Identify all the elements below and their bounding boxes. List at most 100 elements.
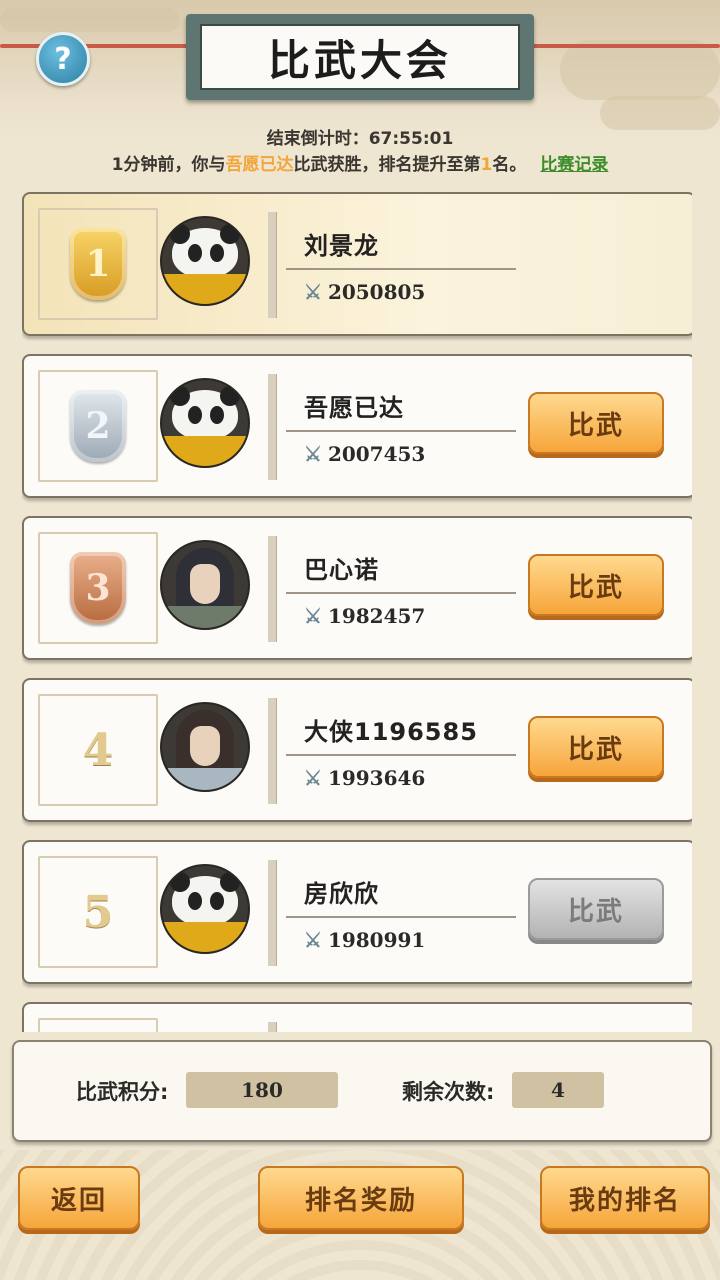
panda-ear bbox=[170, 224, 190, 244]
red-rope-right bbox=[530, 44, 720, 48]
remaining-value: 4 bbox=[512, 1072, 604, 1108]
challenge-button[interactable]: 比武 bbox=[528, 392, 664, 454]
challenge-button[interactable]: 比武 bbox=[528, 716, 664, 778]
player-name: 巴心诺 bbox=[304, 556, 379, 584]
match-record-link[interactable]: 比赛记录 bbox=[540, 155, 608, 175]
power-number: 1982457 bbox=[327, 604, 426, 628]
scarf bbox=[162, 436, 248, 466]
panda-eye bbox=[210, 406, 224, 424]
player-name: 大侠1196585 bbox=[304, 718, 478, 746]
separator bbox=[286, 430, 516, 432]
ranking-row-6 bbox=[22, 1002, 692, 1032]
robe bbox=[168, 768, 242, 790]
player-name: 刘景龙 bbox=[304, 232, 379, 260]
crossed-swords-icon: ⚔ bbox=[304, 280, 322, 304]
score-panel: 比武积分: 180 剩余次数: 4 bbox=[12, 1040, 712, 1142]
ranking-row-1: 1 刘景龙 ⚔ 2050805 bbox=[22, 192, 692, 336]
crossed-swords-icon: ⚔ bbox=[304, 604, 322, 628]
avatar[interactable] bbox=[160, 702, 250, 792]
face bbox=[190, 564, 220, 604]
power-number: 1980991 bbox=[327, 928, 426, 952]
divider bbox=[268, 1022, 277, 1032]
avatar[interactable] bbox=[160, 864, 250, 954]
separator bbox=[286, 592, 516, 594]
power-value: ⚔ 2050805 bbox=[304, 280, 425, 304]
panda-ear bbox=[220, 224, 240, 244]
page-title: 比武大会 bbox=[267, 35, 452, 85]
avatar[interactable] bbox=[160, 378, 250, 468]
panda-ear bbox=[220, 872, 240, 892]
notice-prefix: 1分钟前，你与 bbox=[111, 155, 226, 175]
panda-eye bbox=[188, 892, 202, 910]
title-plaque: 比武大会 bbox=[186, 14, 534, 100]
notice-rank: 1 bbox=[480, 155, 493, 175]
rank-badge-box bbox=[38, 1018, 158, 1032]
panda-eye bbox=[210, 244, 224, 262]
panda-eye bbox=[188, 406, 202, 424]
divider bbox=[268, 698, 277, 804]
panda-eye bbox=[188, 244, 202, 262]
avatar[interactable] bbox=[160, 540, 250, 630]
help-button[interactable]: ? bbox=[36, 32, 90, 86]
scarf bbox=[162, 274, 248, 304]
ranking-row-3: 3 巴心诺 ⚔ 1982457 比武 bbox=[22, 516, 692, 660]
ranking-rewards-button[interactable]: 排名奖励 bbox=[258, 1166, 464, 1230]
player-name: 房欣欣 bbox=[304, 880, 379, 908]
title-frame: 比武大会 bbox=[200, 24, 520, 90]
points-value: 180 bbox=[186, 1072, 338, 1108]
divider bbox=[268, 212, 277, 318]
silver-medal-icon: 2 bbox=[70, 390, 126, 462]
panda-ear bbox=[170, 386, 190, 406]
panda-eye bbox=[210, 892, 224, 910]
challenge-button[interactable]: 比武 bbox=[528, 554, 664, 616]
crossed-swords-icon: ⚔ bbox=[304, 766, 322, 790]
separator bbox=[286, 268, 516, 270]
rank-badge-box: 4 bbox=[38, 694, 158, 806]
divider bbox=[268, 860, 277, 966]
avatar[interactable] bbox=[160, 216, 250, 306]
rank-badge-box: 1 bbox=[38, 208, 158, 320]
back-button[interactable]: 返回 bbox=[18, 1166, 140, 1230]
remaining-label: 剩余次数: bbox=[402, 1080, 495, 1104]
robe bbox=[168, 606, 242, 628]
notice-middle: 比武获胜，排名提升至第 bbox=[293, 155, 481, 175]
crossed-swords-icon: ⚔ bbox=[304, 928, 322, 952]
face bbox=[190, 726, 220, 766]
ranking-row-4: 4 大侠1196585 ⚔ 1993646 比武 bbox=[22, 678, 692, 822]
divider bbox=[268, 374, 277, 480]
crossed-swords-icon: ⚔ bbox=[304, 442, 322, 466]
countdown-timer: 结束倒计时：67:55:01 bbox=[266, 129, 454, 149]
power-value: ⚔ 2007453 bbox=[304, 442, 425, 466]
divider bbox=[268, 536, 277, 642]
notice-suffix: 名。 bbox=[492, 155, 527, 175]
question-icon: ? bbox=[54, 41, 72, 77]
ranking-row-5: 5 房欣欣 ⚔ 1980991 比武 bbox=[22, 840, 692, 984]
rank-badge-box: 3 bbox=[38, 532, 158, 644]
my-ranking-button[interactable]: 我的排名 bbox=[540, 1166, 710, 1230]
power-number: 1993646 bbox=[327, 766, 426, 790]
cloud-decoration bbox=[560, 40, 720, 100]
panda-ear bbox=[220, 386, 240, 406]
bronze-medal-icon: 3 bbox=[70, 552, 126, 624]
power-value: ⚔ 1982457 bbox=[304, 604, 425, 628]
ranking-row-2: 2 吾愿已达 ⚔ 2007453 比武 bbox=[22, 354, 692, 498]
rank-number: 5 bbox=[82, 886, 114, 938]
rank-badge-box: 2 bbox=[38, 370, 158, 482]
gold-medal-icon: 1 bbox=[70, 228, 126, 300]
power-number: 2007453 bbox=[327, 442, 426, 466]
rank-badge-box: 5 bbox=[38, 856, 158, 968]
notice-opponent: 吾愿已达 bbox=[225, 155, 294, 175]
challenge-button-disabled[interactable]: 比武 bbox=[528, 878, 664, 940]
ranking-list[interactable]: 1 刘景龙 ⚔ 2050805 2 吾愿已达 ⚔ 2007453 比武 3 巴心… bbox=[22, 192, 692, 1032]
power-number: 2050805 bbox=[327, 280, 426, 304]
rank-number: 4 bbox=[82, 724, 114, 776]
scarf bbox=[162, 922, 248, 952]
points-label: 比武积分: bbox=[76, 1080, 169, 1104]
player-name: 吾愿已达 bbox=[304, 394, 404, 422]
panda-ear bbox=[170, 872, 190, 892]
power-value: ⚔ 1980991 bbox=[304, 928, 425, 952]
separator bbox=[286, 754, 516, 756]
battle-notice: 1分钟前，你与吾愿已达比武获胜，排名提升至第1名。 比赛记录 bbox=[0, 150, 720, 175]
power-value: ⚔ 1993646 bbox=[304, 766, 425, 790]
red-rope-left bbox=[0, 44, 190, 48]
